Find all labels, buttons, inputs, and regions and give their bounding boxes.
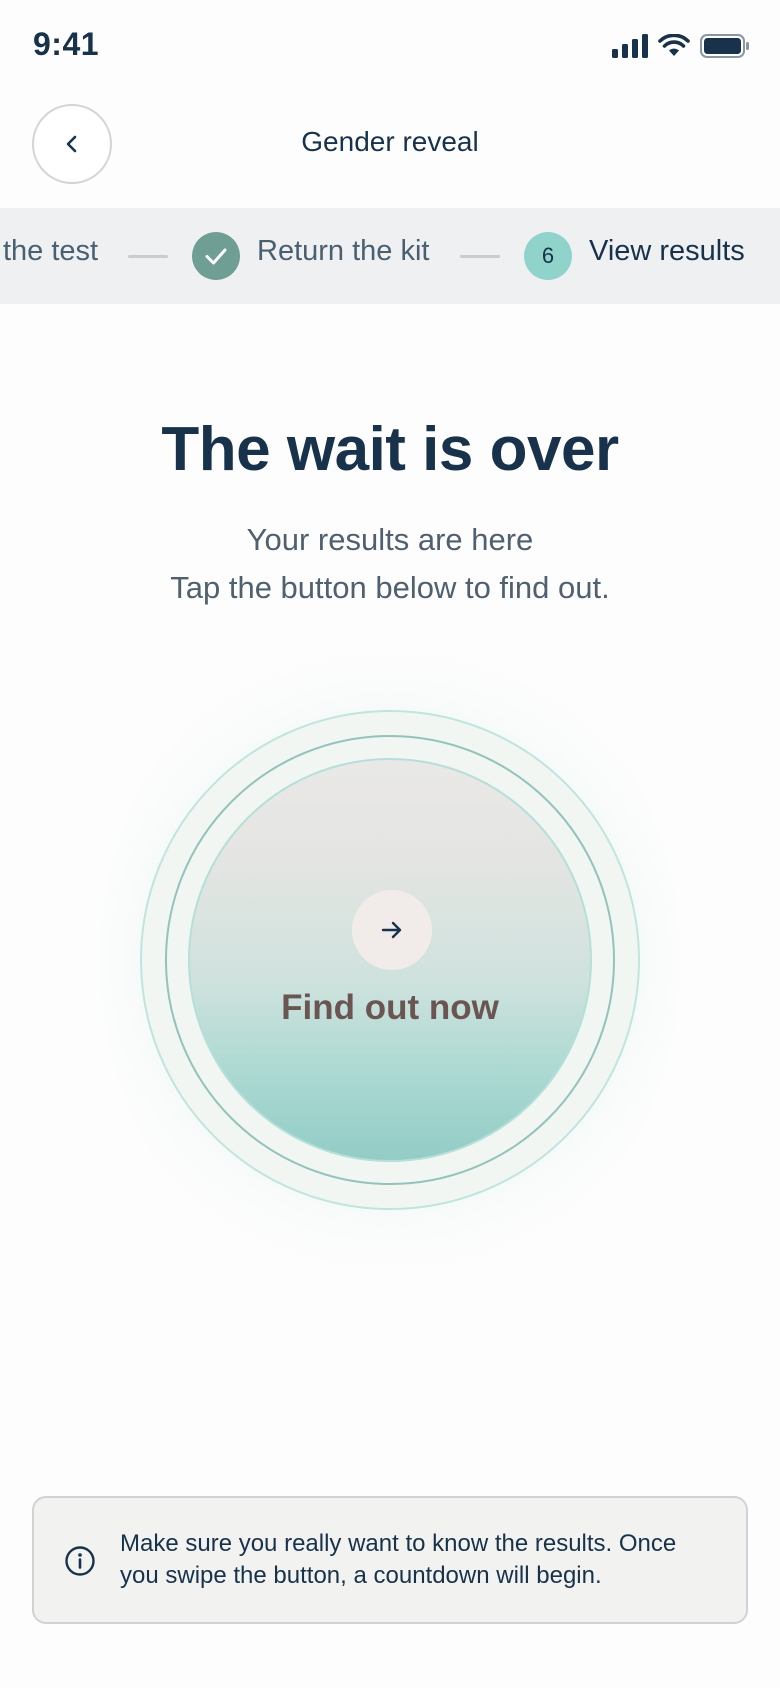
find-out-now-button[interactable]: Find out now (188, 758, 592, 1162)
step-separator (460, 255, 500, 258)
status-bar: 9:41 (0, 0, 780, 92)
page-title: Gender reveal (301, 126, 479, 157)
subtext-line-1: Your results are here (246, 522, 534, 557)
info-text-line-1: Make sure you really want to know the re… (120, 1530, 677, 1557)
step-label-test: the test (3, 235, 99, 267)
check-icon (205, 248, 227, 265)
battery-icon (700, 34, 749, 58)
step-label-return-kit: Return the kit (257, 235, 430, 267)
info-text-line-2: you swipe the button, a countdown will b… (120, 1562, 602, 1589)
arrow-right-icon (381, 921, 402, 939)
info-icon (65, 1546, 95, 1576)
progress-stepper: the test Return the kit 6 View results (0, 208, 780, 304)
step-separator (128, 255, 168, 258)
reveal-circle-area: Find out now (90, 610, 690, 1310)
signal-icon (612, 34, 648, 58)
subtext-line-2: Tap the button below to find out. (170, 570, 610, 605)
step-label-view-results: View results (589, 235, 745, 267)
info-notice: Make sure you really want to know the re… (32, 1496, 748, 1624)
header: Gender reveal (0, 100, 780, 190)
status-icons (612, 30, 750, 62)
headline: The wait is over (161, 415, 619, 484)
info-text: Make sure you really want to know the re… (120, 1528, 720, 1592)
find-out-now-label: Find out now (281, 988, 499, 1027)
wifi-icon (658, 34, 690, 56)
step-number-badge: 6 (524, 232, 572, 280)
step-complete-badge (192, 232, 240, 280)
status-time: 9:41 (33, 26, 100, 62)
arrow-badge (352, 890, 432, 970)
